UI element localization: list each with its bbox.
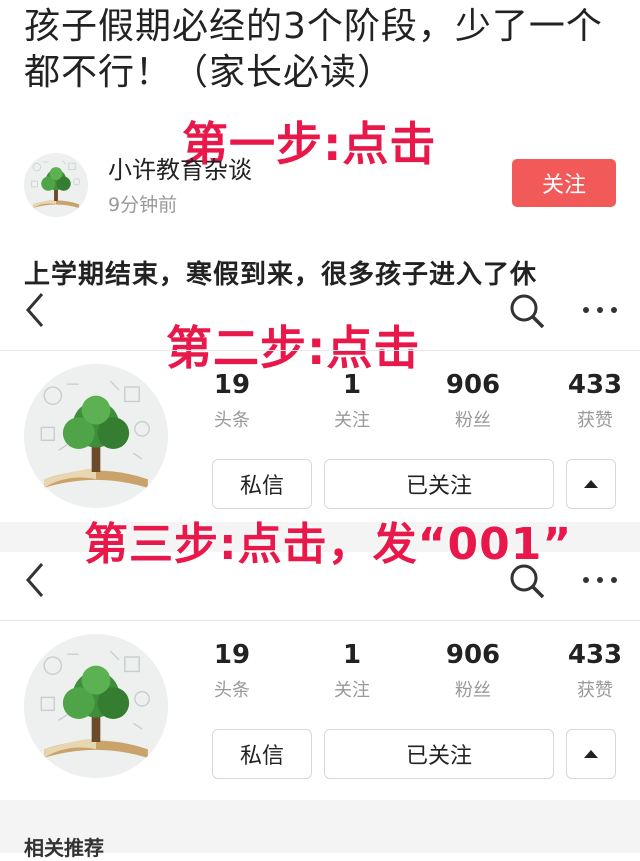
expand-button[interactable] xyxy=(566,459,616,509)
publish-time: 9分钟前 xyxy=(108,194,178,216)
step-two-label: 第二步:点击 xyxy=(166,321,421,375)
article-title: 孩子假期必经的3个阶段，少了一个都不行！（家长必读） xyxy=(24,6,603,93)
message-button[interactable]: 私信 xyxy=(212,729,312,779)
stat-following-label[interactable]: 关注 xyxy=(312,676,392,702)
step-three-label: 第三步:点击，发“001” xyxy=(84,519,573,570)
stat-posts-count: 19 xyxy=(213,640,251,670)
stat-likes-count: 433 xyxy=(567,370,623,400)
more-icon[interactable] xyxy=(580,300,620,324)
expand-button[interactable] xyxy=(566,729,616,779)
message-button[interactable]: 私信 xyxy=(212,459,312,509)
related-recommendations-heading: 相关推荐 xyxy=(24,836,104,860)
stat-fans-label[interactable]: 粉丝 xyxy=(433,676,513,702)
tree-book-avatar xyxy=(24,634,168,778)
search-icon[interactable] xyxy=(508,562,546,604)
back-icon[interactable] xyxy=(22,290,46,337)
stat-posts-label[interactable]: 头条 xyxy=(192,406,272,432)
stat-fans-count: 906 xyxy=(445,370,501,400)
article-intro: 上学期结束，寒假到来，很多孩子进入了休 xyxy=(24,260,538,290)
search-icon[interactable] xyxy=(508,292,546,334)
author-name[interactable]: 小许教育杂谈 xyxy=(108,150,252,185)
stat-following-label[interactable]: 关注 xyxy=(312,406,392,432)
tree-book-avatar xyxy=(24,153,88,217)
tree-book-avatar xyxy=(24,364,168,508)
profile-avatar[interactable] xyxy=(24,634,168,778)
caret-up-icon xyxy=(584,750,598,758)
stat-posts-count: 19 xyxy=(213,370,251,400)
follow-button[interactable]: 关注 xyxy=(512,159,616,207)
profile-avatar[interactable] xyxy=(24,364,168,508)
back-icon[interactable] xyxy=(22,560,46,607)
stat-likes-count: 433 xyxy=(567,640,623,670)
stat-fans-count: 906 xyxy=(445,640,501,670)
stat-likes-label: 获赞 xyxy=(577,410,613,431)
stat-following-count: 1 xyxy=(342,370,362,400)
stat-following-count: 1 xyxy=(342,640,362,670)
stat-fans-label[interactable]: 粉丝 xyxy=(433,406,513,432)
stat-posts-label[interactable]: 头条 xyxy=(192,676,272,702)
divider xyxy=(0,620,640,621)
more-icon[interactable] xyxy=(580,570,620,594)
followed-button[interactable]: 已关注 xyxy=(324,729,554,779)
author-avatar[interactable] xyxy=(24,153,88,217)
caret-up-icon xyxy=(584,480,598,488)
divider xyxy=(0,350,640,351)
stat-likes-label: 获赞 xyxy=(577,680,613,701)
followed-button[interactable]: 已关注 xyxy=(324,459,554,509)
